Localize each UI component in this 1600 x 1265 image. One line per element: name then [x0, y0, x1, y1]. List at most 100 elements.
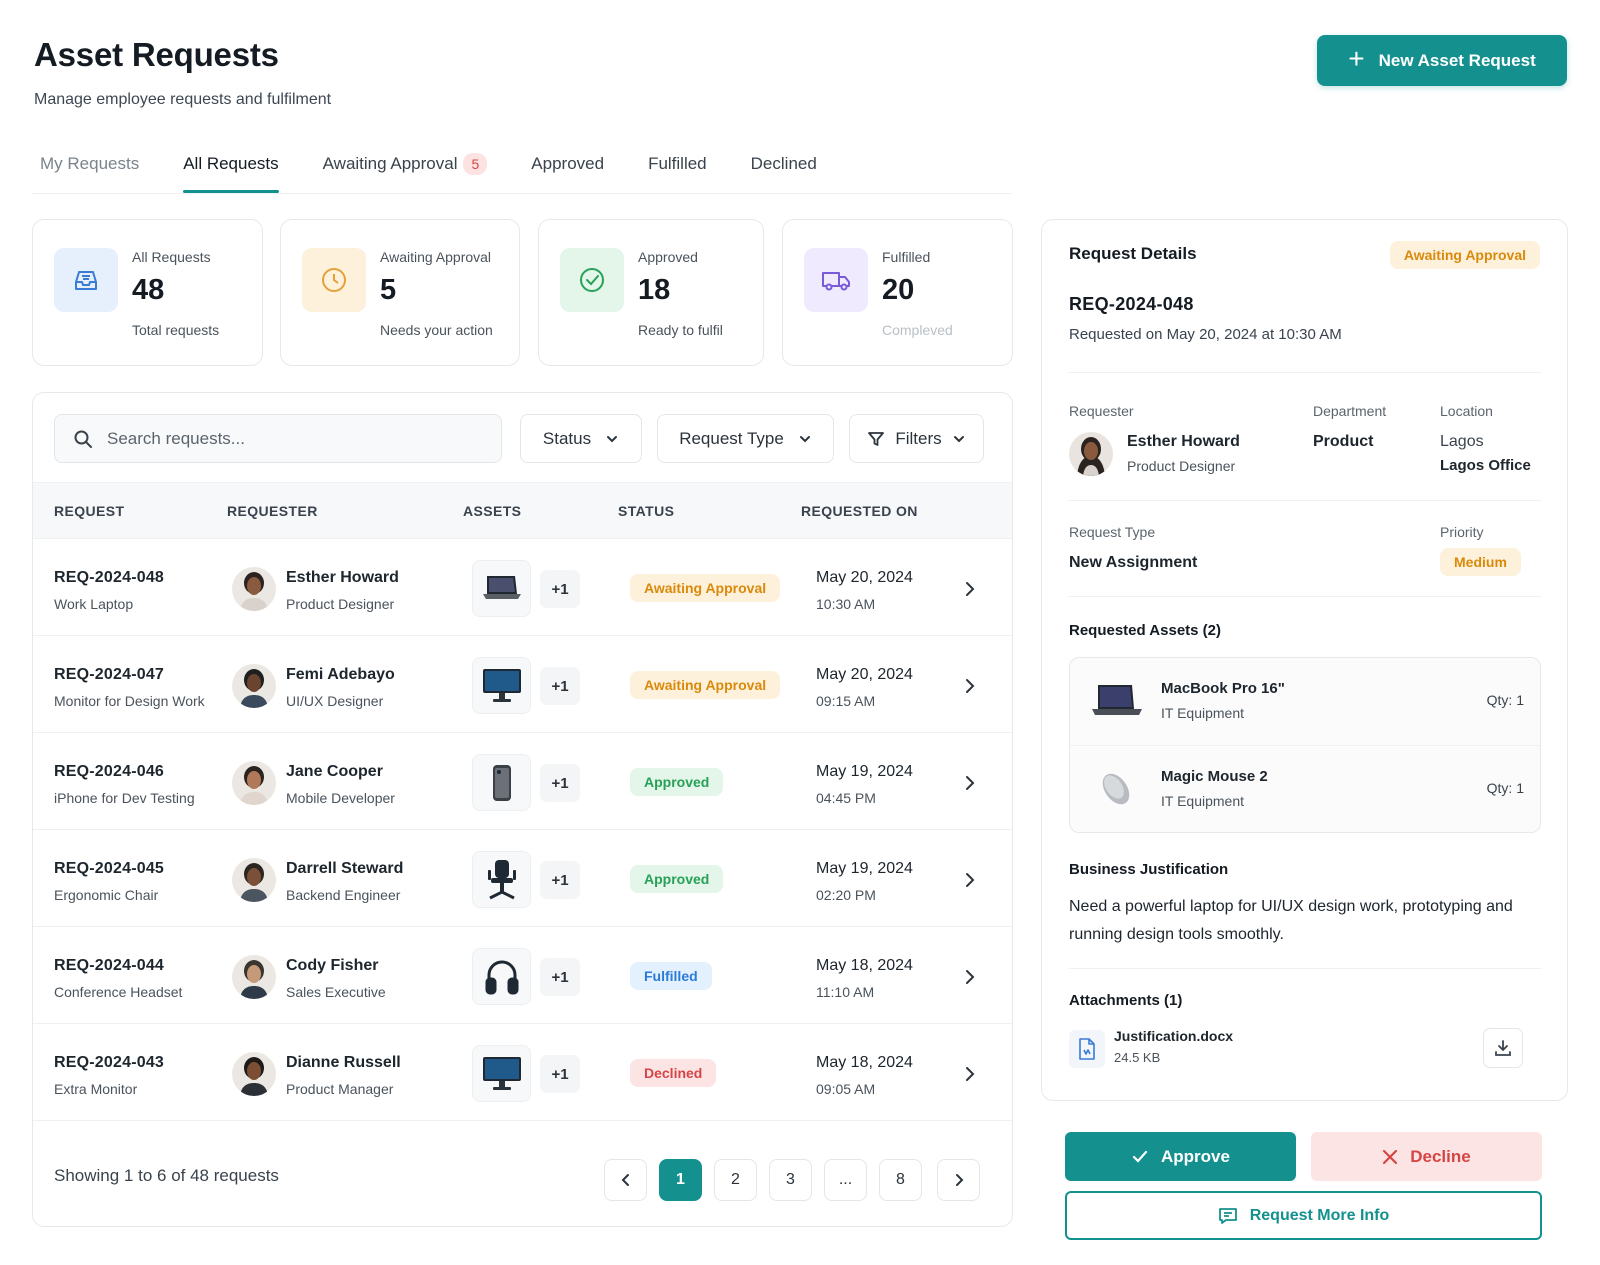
search-box[interactable]	[54, 414, 502, 463]
stat-card-awaiting[interactable]: Awaiting Approval 5 Needs your action	[280, 219, 520, 366]
asset-thumbnail[interactable]	[472, 948, 531, 1005]
new-asset-request-button[interactable]: + New Asset Request	[1317, 35, 1567, 86]
chevron-right-icon[interactable]	[958, 771, 982, 795]
requester-name: Cody Fisher	[286, 957, 379, 974]
page-button-3[interactable]: 3	[769, 1159, 812, 1201]
list-item[interactable]: Magic Mouse 2 IT Equipment Qty: 1	[1070, 746, 1540, 834]
page-button-1[interactable]: 1	[659, 1159, 702, 1201]
attachment-item[interactable]: Justification.docx 24.5 KB	[1069, 1026, 1541, 1076]
page-subtitle: Manage employee requests and fulfilment	[34, 91, 332, 108]
chevron-down-icon	[799, 435, 810, 442]
status-badge: Awaiting Approval	[630, 671, 781, 699]
column-header[interactable]: REQUESTER	[227, 503, 318, 519]
stat-label: Awaiting Approval	[380, 249, 492, 265]
request-date: May 19, 2024	[816, 763, 913, 780]
request-date: May 18, 2024	[816, 957, 913, 974]
check-circle-icon	[560, 248, 624, 312]
status-select-label: Status	[542, 428, 592, 448]
status-select[interactable]: Status	[520, 414, 642, 463]
page-button-2[interactable]: 2	[714, 1159, 757, 1201]
chevron-right-icon[interactable]	[958, 868, 982, 892]
column-header[interactable]: REQUESTED ON	[801, 503, 918, 519]
request-more-info-label: Request More Info	[1249, 1206, 1390, 1224]
more-assets-badge[interactable]: +1	[540, 667, 580, 705]
tab-all-requests[interactable]: All Requests	[183, 148, 280, 193]
chevron-down-icon	[607, 435, 618, 442]
request-more-info-button[interactable]: Request More Info	[1065, 1191, 1542, 1240]
more-assets-badge[interactable]: +1	[540, 764, 580, 802]
more-assets-badge[interactable]: +1	[540, 861, 580, 899]
asset-quantity: Qty: 1	[1486, 692, 1524, 708]
table-row[interactable]: REQ-2024-044 Conference Headset Cody Fishe…	[33, 927, 1012, 1024]
request-date: May 20, 2024	[816, 569, 913, 586]
requester-name: Femi Adebayo	[286, 666, 395, 683]
tab-bar: My Requests All Requests Awaiting Approv…	[40, 148, 861, 193]
asset-thumbnail[interactable]	[472, 851, 531, 908]
next-page-button[interactable]	[937, 1159, 980, 1201]
asset-category: IT Equipment	[1161, 793, 1245, 809]
chevron-right-icon	[955, 1174, 963, 1186]
requester-name: Darrell Steward	[286, 860, 404, 877]
table-header: REQUEST REQUESTER ASSETS STATUS REQUESTE…	[33, 482, 1012, 539]
table-row[interactable]: REQ-2024-043 Extra Monitor Dianne Russell P…	[33, 1024, 1012, 1121]
avatar	[232, 664, 276, 708]
list-item[interactable]: MacBook Pro 16" IT Equipment Qty: 1	[1070, 658, 1540, 746]
request-type-select[interactable]: Request Type	[657, 414, 834, 463]
funnel-icon	[868, 431, 885, 446]
chevron-right-icon[interactable]	[958, 577, 982, 601]
chevron-down-icon	[953, 435, 964, 442]
stat-card-all[interactable]: All Requests 48 Total requests	[32, 219, 263, 366]
decline-button[interactable]: Decline	[1311, 1132, 1542, 1181]
tab-label: Awaiting Approval	[322, 154, 458, 173]
tab-declined[interactable]: Declined	[751, 148, 817, 193]
tab-awaiting-approval[interactable]: Awaiting Approval 5	[323, 148, 488, 193]
chevron-right-icon[interactable]	[958, 674, 982, 698]
justification-text: Need a powerful laptop for UI/UX design …	[1069, 898, 1513, 943]
prev-page-button[interactable]	[604, 1159, 647, 1201]
phone-icon	[491, 764, 513, 802]
table-row[interactable]: REQ-2024-046 iPhone for Dev Testing Jane C…	[33, 733, 1012, 830]
asset-thumbnail[interactable]	[472, 657, 531, 714]
table-row[interactable]: REQ-2024-047 Monitor for Design Work Femi …	[33, 636, 1012, 733]
inbox-icon	[54, 248, 118, 312]
tab-my-requests[interactable]: My Requests	[40, 148, 139, 193]
document-icon	[1069, 1030, 1105, 1068]
requester-role: Product Designer	[1127, 458, 1236, 474]
tab-fulfilled[interactable]: Fulfilled	[648, 148, 707, 193]
request-time: 09:15 AM	[816, 693, 876, 709]
requested-assets-list: MacBook Pro 16" IT Equipment Qty: 1 Magi…	[1069, 657, 1541, 833]
chevron-right-icon[interactable]	[958, 965, 982, 989]
more-assets-badge[interactable]: +1	[540, 570, 580, 608]
page-title: Asset Requests	[34, 36, 279, 73]
stat-card-fulfilled[interactable]: Fulfilled 20 Compleved	[782, 219, 1013, 366]
tab-label: Declined	[750, 154, 817, 173]
table-row[interactable]: REQ-2024-045 Ergonomic Chair Darrell Stewa…	[33, 830, 1012, 927]
column-header[interactable]: REQUEST	[54, 503, 124, 519]
more-assets-badge[interactable]: +1	[540, 958, 580, 996]
more-assets-badge[interactable]: +1	[540, 1055, 580, 1093]
stat-sub: Total requests	[132, 322, 220, 338]
chevron-right-icon[interactable]	[958, 1062, 982, 1086]
asset-thumbnail[interactable]	[472, 560, 531, 617]
requester-role: Product Designer	[286, 596, 395, 612]
column-header[interactable]: ASSETS	[463, 503, 521, 519]
headset-icon	[484, 957, 520, 997]
attachment-size: 24.5 KB	[1114, 1050, 1161, 1065]
filters-button[interactable]: Filters	[849, 414, 984, 463]
tab-approved[interactable]: Approved	[531, 148, 604, 193]
asset-thumbnail[interactable]	[472, 754, 531, 811]
download-button[interactable]	[1483, 1028, 1523, 1068]
location-label: Location	[1440, 403, 1493, 419]
page-button-8[interactable]: 8	[879, 1159, 922, 1201]
approve-button[interactable]: Approve	[1065, 1132, 1296, 1181]
request-type-label: Request Type	[1069, 524, 1156, 540]
stat-value: 5	[380, 274, 397, 306]
stat-card-approved[interactable]: Approved 18 Ready to fulfil	[538, 219, 764, 366]
status-badge: Awaiting Approval	[630, 574, 781, 602]
download-icon	[1495, 1040, 1511, 1056]
requester-name: Esther Howard	[286, 569, 399, 586]
search-input[interactable]	[107, 428, 487, 449]
asset-thumbnail[interactable]	[472, 1045, 531, 1102]
table-row[interactable]: REQ-2024-048 Work Laptop Esther Howard Prod…	[33, 539, 1012, 636]
column-header[interactable]: STATUS	[618, 503, 674, 519]
